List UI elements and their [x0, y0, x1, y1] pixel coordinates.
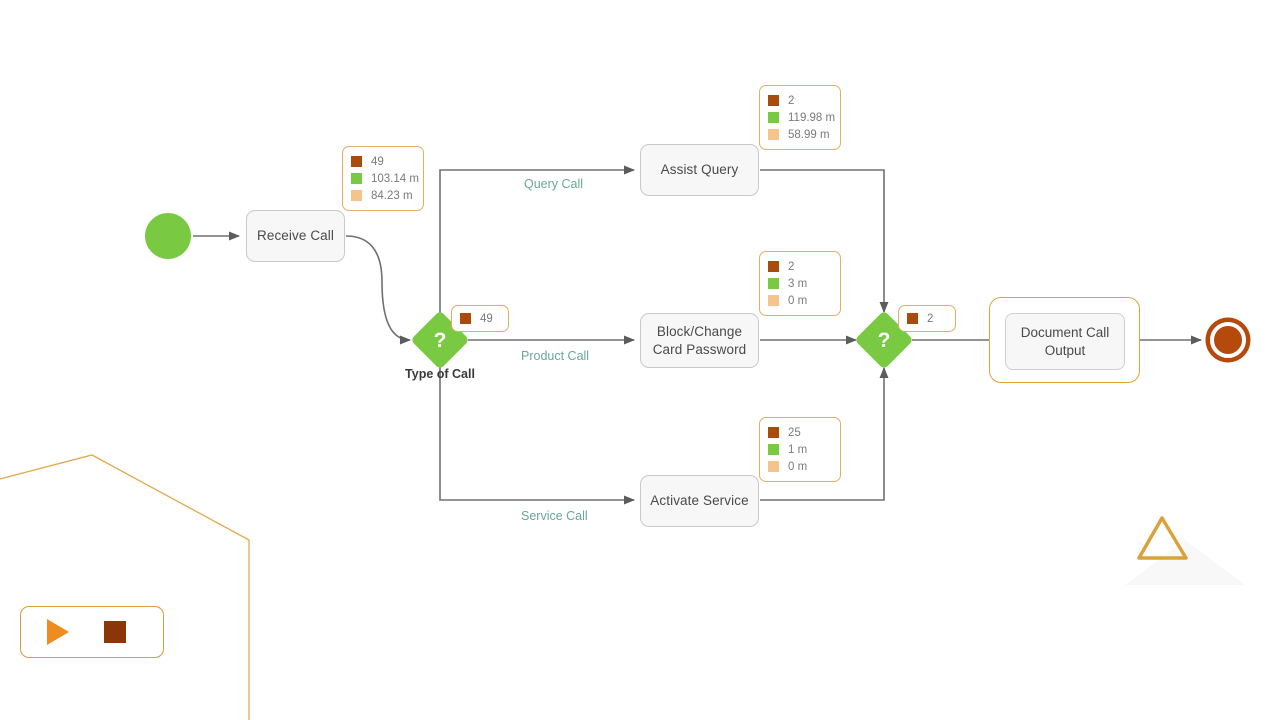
badge-row: 2: [768, 258, 830, 275]
swatch-peach-icon: [768, 461, 779, 472]
task-block-change-line1: Block/Change: [656, 324, 743, 340]
start-event[interactable]: [145, 213, 191, 259]
badge-value: 1 m: [788, 443, 808, 456]
edge-gateway-to-assist-query: [439, 165, 636, 318]
badge-value: 49: [371, 155, 384, 168]
process-diagram-canvas: Receive Call 49 103.14 m 84.23 m ? Type …: [0, 0, 1280, 720]
stop-icon[interactable]: [104, 621, 126, 643]
badge-row: 2: [907, 310, 943, 327]
task-activate-service[interactable]: Activate Service: [640, 475, 759, 527]
badge-value: 2: [788, 94, 795, 107]
swatch-green-icon: [768, 444, 779, 455]
badge-assist-query: 2 119.98 m 58.99 m: [759, 85, 841, 150]
task-receive-call[interactable]: Receive Call: [246, 210, 345, 262]
swatch-peach-icon: [351, 190, 362, 201]
badge-value: 2: [788, 260, 795, 273]
swatch-brown-icon: [768, 427, 779, 438]
task-block-change-card-password[interactable]: Block/Change Card Password: [640, 313, 759, 368]
task-block-change-line2: Card Password: [652, 341, 747, 357]
badge-gateway-join: 2: [898, 305, 956, 332]
swatch-green-icon: [351, 173, 362, 184]
badge-value: 2: [927, 312, 934, 325]
swatch-brown-icon: [768, 261, 779, 272]
edge-receive-to-gateway: [345, 235, 412, 345]
swatch-brown-icon: [907, 313, 918, 324]
swatch-brown-icon: [460, 313, 471, 324]
badge-value: 103.14 m: [371, 172, 419, 185]
play-icon[interactable]: [47, 619, 69, 645]
task-assist-query-label: Assist Query: [660, 162, 739, 178]
badge-row: 1 m: [768, 441, 830, 458]
badge-row: 49: [460, 310, 496, 327]
playback-toolbar: [20, 606, 164, 658]
badge-row: 3 m: [768, 275, 830, 292]
gateway-type-of-call-label: Type of Call: [405, 367, 475, 381]
badge-block-change: 2 3 m 0 m: [759, 251, 841, 316]
swatch-brown-icon: [768, 95, 779, 106]
badge-row: 0 m: [768, 292, 830, 309]
task-assist-query[interactable]: Assist Query: [640, 144, 759, 196]
edge-label-service-call: Service Call: [521, 509, 588, 523]
swatch-green-icon: [768, 112, 779, 123]
swatch-brown-icon: [351, 156, 362, 167]
badge-row: 2: [768, 92, 830, 109]
badge-row: 49: [351, 153, 413, 170]
badge-row: 84.23 m: [351, 187, 413, 204]
edge-label-product-call: Product Call: [521, 349, 590, 363]
task-receive-call-label: Receive Call: [257, 228, 334, 244]
task-activate-service-label: Activate Service: [650, 493, 749, 509]
swatch-green-icon: [768, 278, 779, 289]
badge-value: 3 m: [788, 277, 808, 290]
swatch-peach-icon: [768, 129, 779, 140]
swatch-peach-icon: [768, 295, 779, 306]
badge-value: 25: [788, 426, 801, 439]
task-document-call-output-line2: Output: [1044, 342, 1086, 358]
badge-value: 84.23 m: [371, 189, 413, 202]
badge-row: 0 m: [768, 458, 830, 475]
badge-value: 0 m: [788, 460, 808, 473]
badge-value: 0 m: [788, 294, 808, 307]
task-document-call-output[interactable]: Document Call Output: [1005, 313, 1125, 370]
task-document-call-output-line1: Document Call: [1020, 325, 1110, 341]
badge-activate-service: 25 1 m 0 m: [759, 417, 841, 482]
badge-row: 58.99 m: [768, 126, 830, 143]
badge-row: 103.14 m: [351, 170, 419, 187]
badge-value: 58.99 m: [788, 128, 830, 141]
edge-label-query-call: Query Call: [524, 177, 584, 191]
end-event[interactable]: [1210, 322, 1246, 358]
edge-gateway-to-activate-service: [439, 364, 636, 505]
badge-value: 119.98 m: [788, 111, 836, 124]
badge-gateway-split: 49: [451, 305, 509, 332]
badge-value: 49: [480, 312, 493, 325]
badge-receive-call: 49 103.14 m 84.23 m: [342, 146, 424, 211]
badge-row: 25: [768, 424, 830, 441]
badge-row: 119.98 m: [768, 109, 835, 126]
